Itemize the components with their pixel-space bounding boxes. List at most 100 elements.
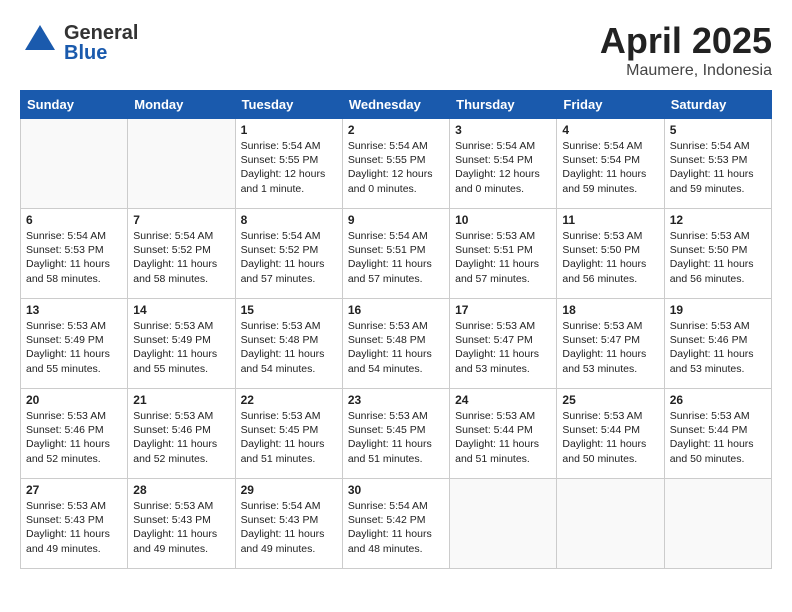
day-info: Sunset: 5:55 PM — [348, 153, 444, 167]
header-col-saturday: Saturday — [664, 91, 771, 119]
day-info: Sunrise: 5:53 AM — [670, 319, 766, 333]
day-cell: 13Sunrise: 5:53 AMSunset: 5:49 PMDayligh… — [21, 299, 128, 389]
day-cell: 24Sunrise: 5:53 AMSunset: 5:44 PMDayligh… — [450, 389, 557, 479]
day-info: Daylight: 11 hours — [562, 167, 658, 181]
day-info: and 55 minutes. — [133, 362, 229, 376]
day-info: and 52 minutes. — [26, 452, 122, 466]
week-row-4: 20Sunrise: 5:53 AMSunset: 5:46 PMDayligh… — [21, 389, 772, 479]
day-number: 3 — [455, 123, 551, 137]
day-info: and 51 minutes. — [348, 452, 444, 466]
day-cell: 12Sunrise: 5:53 AMSunset: 5:50 PMDayligh… — [664, 209, 771, 299]
logo-general: General — [64, 23, 138, 43]
day-info: and 57 minutes. — [455, 272, 551, 286]
day-cell: 10Sunrise: 5:53 AMSunset: 5:51 PMDayligh… — [450, 209, 557, 299]
day-cell: 16Sunrise: 5:53 AMSunset: 5:48 PMDayligh… — [342, 299, 449, 389]
day-info: Sunset: 5:50 PM — [562, 243, 658, 257]
day-info: Sunset: 5:53 PM — [26, 243, 122, 257]
header-col-thursday: Thursday — [450, 91, 557, 119]
day-info: Sunset: 5:48 PM — [348, 333, 444, 347]
day-info: Sunset: 5:47 PM — [455, 333, 551, 347]
day-info: Daylight: 11 hours — [670, 347, 766, 361]
day-info: Daylight: 11 hours — [26, 437, 122, 451]
header-col-monday: Monday — [128, 91, 235, 119]
day-info: Sunset: 5:55 PM — [241, 153, 337, 167]
day-info: and 56 minutes. — [670, 272, 766, 286]
day-info: Daylight: 11 hours — [26, 347, 122, 361]
day-info: Daylight: 11 hours — [348, 347, 444, 361]
day-number: 26 — [670, 393, 766, 407]
day-info: and 54 minutes. — [241, 362, 337, 376]
day-number: 30 — [348, 483, 444, 497]
day-info: Sunset: 5:51 PM — [348, 243, 444, 257]
day-info: Sunset: 5:49 PM — [133, 333, 229, 347]
day-cell: 3Sunrise: 5:54 AMSunset: 5:54 PMDaylight… — [450, 119, 557, 209]
day-info: Sunset: 5:44 PM — [670, 423, 766, 437]
logo-text: General Blue — [64, 23, 138, 63]
day-info: Sunset: 5:44 PM — [562, 423, 658, 437]
day-cell: 29Sunrise: 5:54 AMSunset: 5:43 PMDayligh… — [235, 479, 342, 569]
day-info: Sunset: 5:48 PM — [241, 333, 337, 347]
calendar-table: SundayMondayTuesdayWednesdayThursdayFrid… — [20, 90, 772, 569]
week-row-1: 1Sunrise: 5:54 AMSunset: 5:55 PMDaylight… — [21, 119, 772, 209]
day-number: 25 — [562, 393, 658, 407]
day-info: and 53 minutes. — [455, 362, 551, 376]
day-info: Daylight: 11 hours — [455, 347, 551, 361]
day-info: Sunset: 5:51 PM — [455, 243, 551, 257]
day-info: and 58 minutes. — [26, 272, 122, 286]
day-number: 16 — [348, 303, 444, 317]
day-number: 29 — [241, 483, 337, 497]
day-cell: 20Sunrise: 5:53 AMSunset: 5:46 PMDayligh… — [21, 389, 128, 479]
day-info: Daylight: 11 hours — [562, 257, 658, 271]
day-info: Sunrise: 5:53 AM — [348, 409, 444, 423]
header-col-wednesday: Wednesday — [342, 91, 449, 119]
day-info: Sunrise: 5:54 AM — [348, 229, 444, 243]
calendar-title: April 2025 — [600, 20, 772, 62]
day-cell: 11Sunrise: 5:53 AMSunset: 5:50 PMDayligh… — [557, 209, 664, 299]
day-info: and 48 minutes. — [348, 542, 444, 556]
day-number: 4 — [562, 123, 658, 137]
day-info: Sunrise: 5:54 AM — [241, 229, 337, 243]
day-info: and 49 minutes. — [26, 542, 122, 556]
day-info: Sunset: 5:45 PM — [241, 423, 337, 437]
day-info: Daylight: 12 hours — [455, 167, 551, 181]
day-info: Sunrise: 5:53 AM — [26, 499, 122, 513]
calendar-body: 1Sunrise: 5:54 AMSunset: 5:55 PMDaylight… — [21, 119, 772, 569]
day-info: Daylight: 11 hours — [133, 437, 229, 451]
day-number: 19 — [670, 303, 766, 317]
day-info: Sunrise: 5:54 AM — [455, 139, 551, 153]
day-info: Sunset: 5:43 PM — [26, 513, 122, 527]
day-info: Sunset: 5:45 PM — [348, 423, 444, 437]
day-cell: 7Sunrise: 5:54 AMSunset: 5:52 PMDaylight… — [128, 209, 235, 299]
day-info: and 50 minutes. — [670, 452, 766, 466]
day-info: Daylight: 11 hours — [241, 437, 337, 451]
day-number: 1 — [241, 123, 337, 137]
day-cell — [557, 479, 664, 569]
day-info: Sunrise: 5:54 AM — [241, 139, 337, 153]
day-info: Sunrise: 5:54 AM — [348, 139, 444, 153]
day-info: and 54 minutes. — [348, 362, 444, 376]
day-cell: 26Sunrise: 5:53 AMSunset: 5:44 PMDayligh… — [664, 389, 771, 479]
day-info: Daylight: 12 hours — [348, 167, 444, 181]
day-cell: 15Sunrise: 5:53 AMSunset: 5:48 PMDayligh… — [235, 299, 342, 389]
day-info: Sunrise: 5:53 AM — [455, 319, 551, 333]
day-info: Daylight: 11 hours — [133, 257, 229, 271]
day-info: Sunrise: 5:53 AM — [562, 229, 658, 243]
day-info: Daylight: 11 hours — [670, 437, 766, 451]
day-info: Sunrise: 5:53 AM — [455, 409, 551, 423]
day-cell: 4Sunrise: 5:54 AMSunset: 5:54 PMDaylight… — [557, 119, 664, 209]
day-info: Daylight: 11 hours — [26, 257, 122, 271]
day-info: and 55 minutes. — [26, 362, 122, 376]
day-info: Sunrise: 5:54 AM — [133, 229, 229, 243]
day-number: 28 — [133, 483, 229, 497]
day-info: Sunrise: 5:53 AM — [133, 409, 229, 423]
day-number: 18 — [562, 303, 658, 317]
day-cell: 21Sunrise: 5:53 AMSunset: 5:46 PMDayligh… — [128, 389, 235, 479]
day-info: Sunset: 5:43 PM — [241, 513, 337, 527]
day-cell: 2Sunrise: 5:54 AMSunset: 5:55 PMDaylight… — [342, 119, 449, 209]
day-info: Sunrise: 5:53 AM — [26, 409, 122, 423]
day-cell: 22Sunrise: 5:53 AMSunset: 5:45 PMDayligh… — [235, 389, 342, 479]
day-info: and 50 minutes. — [562, 452, 658, 466]
day-info: Daylight: 11 hours — [455, 257, 551, 271]
day-info: Sunrise: 5:53 AM — [562, 409, 658, 423]
day-info: Daylight: 11 hours — [455, 437, 551, 451]
